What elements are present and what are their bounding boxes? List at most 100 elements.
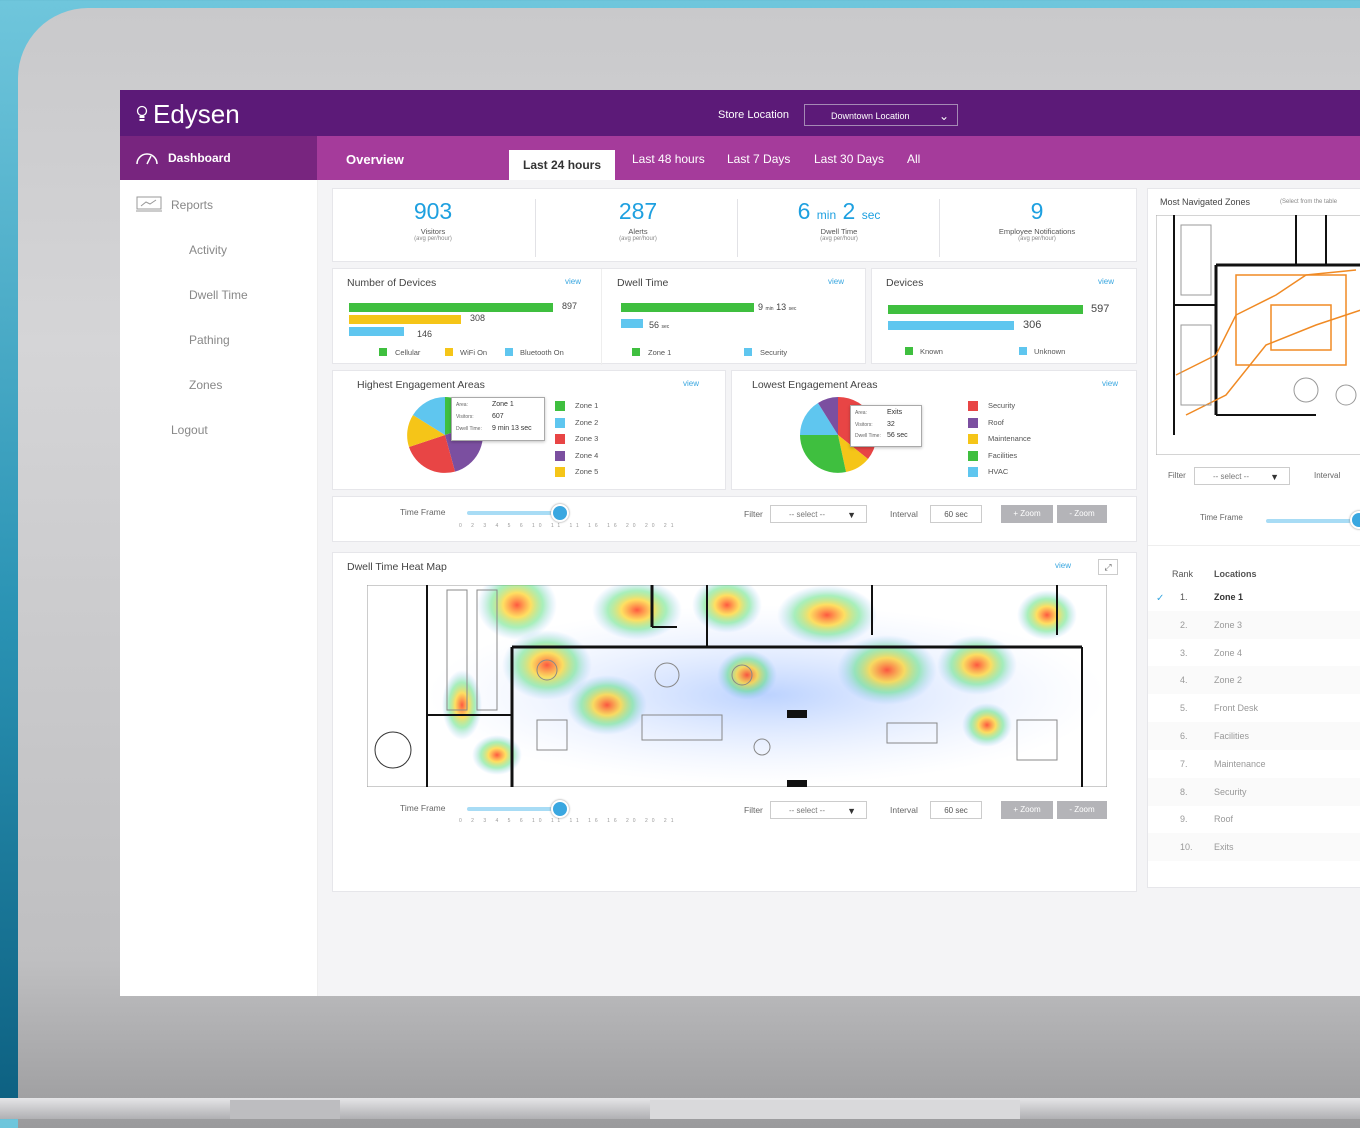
interval-input[interactable]: 60 sec — [930, 505, 982, 523]
laptop-hinge-center — [650, 1100, 1020, 1119]
heat-map-floorplan — [367, 585, 1107, 787]
filter-label: Filter — [1168, 471, 1186, 480]
slider-handle[interactable] — [1350, 511, 1360, 529]
tab-last-7-days[interactable]: Last 7 Days — [727, 152, 790, 166]
rank-number: 5. — [1180, 703, 1188, 714]
tab-last-24-hours[interactable]: Last 24 hours — [509, 150, 616, 180]
sidebar-item-pathing[interactable]: Pathing — [189, 333, 230, 347]
filter-select[interactable]: -- select -- ▼ — [770, 505, 867, 523]
view-link[interactable]: view — [565, 277, 581, 286]
sidebar-item-logout[interactable]: Logout — [171, 423, 208, 437]
view-link[interactable]: view — [1055, 561, 1071, 570]
stat-visitors-value: 903 — [413, 198, 453, 224]
time-frame-slider[interactable] — [467, 511, 559, 515]
main-content: 903 Visitors (avg per/hour) 287 Alerts (… — [318, 180, 1360, 996]
stat-visitors: 903 Visitors (avg per/hour) — [333, 189, 533, 242]
rank-location: Zone 4 — [1214, 647, 1243, 658]
filter-select[interactable]: -- select -- ▼ — [1194, 467, 1290, 485]
nav-dashboard[interactable]: Dashboard — [120, 136, 317, 180]
zoom-out-button[interactable]: - Zoom — [1057, 505, 1107, 523]
table-row[interactable]: 6. Facilities — [1148, 722, 1360, 750]
expand-icon[interactable]: ⤢ — [1098, 559, 1118, 575]
view-link[interactable]: view — [683, 379, 699, 388]
sidebar-item-zones[interactable]: Zones — [189, 378, 222, 392]
tab-all[interactable]: All — [907, 152, 920, 166]
rank-number: 7. — [1180, 758, 1188, 769]
bar-known — [888, 305, 1083, 314]
sidebar-item-reports[interactable]: Reports — [171, 198, 213, 212]
heat-map-card: Dwell Time Heat Map view ⤢ Time Frame 0 … — [332, 552, 1137, 892]
zoom-in-button[interactable]: + Zoom — [1001, 505, 1053, 523]
time-frame-slider[interactable] — [1266, 519, 1360, 523]
time-frame-label: Time Frame — [1200, 513, 1243, 522]
stat-dwell-label: Dwell Time — [820, 227, 858, 236]
tooltip-value: Exits — [887, 409, 903, 416]
tooltip-key: Area: — [855, 410, 867, 416]
bar-bluetooth — [349, 327, 404, 336]
table-row[interactable]: 3. Zone 4 — [1148, 639, 1360, 667]
bar-security-dwell-value: 56 sec — [649, 320, 669, 330]
stat-dwell-sub: (avg per/hour) — [820, 236, 858, 242]
brand-name: Edysen — [153, 99, 240, 129]
table-row[interactable]: 5. Front Desk — [1148, 694, 1360, 722]
table-row[interactable]: 9. Roof — [1148, 805, 1360, 833]
dwell-unit: min — [765, 306, 774, 312]
overview-title: Overview — [346, 152, 404, 167]
sidebar-item-activity[interactable]: Activity — [189, 243, 227, 257]
rank-location: Exits — [1214, 842, 1234, 853]
sidebar-item-dwell-time[interactable]: Dwell Time — [189, 288, 248, 302]
stat-notifications-label: Employee Notifications — [998, 227, 1076, 236]
legend-swatch — [555, 451, 565, 461]
rank-location: Roof — [1214, 814, 1234, 825]
table-row[interactable]: 7. Maintenance — [1148, 750, 1360, 778]
table-row[interactable]: 2. Zone 3 — [1148, 610, 1360, 639]
bar-security-dwell — [621, 319, 643, 328]
zoom-in-button[interactable]: + Zoom — [1001, 801, 1053, 819]
table-row[interactable]: 1. Zone 1 — [1148, 583, 1360, 611]
legend-facilities: Facilities — [988, 451, 1018, 460]
tab-last-48-hours[interactable]: Last 48 hours — [632, 152, 705, 166]
dwell-view-link[interactable]: view — [828, 277, 844, 286]
rank-number: 6. — [1180, 731, 1188, 741]
view-link[interactable]: view — [1098, 277, 1114, 286]
filter-select[interactable]: -- select -- ▼ — [770, 801, 867, 819]
legend-zone3: Zone 3 — [575, 434, 599, 443]
zones-floorplan — [1156, 215, 1360, 455]
legend-swatch — [744, 348, 752, 356]
time-frame-label: Time Frame — [400, 803, 446, 813]
gauge-icon — [136, 153, 158, 165]
tooltip-value: 9 min 13 sec — [492, 425, 532, 432]
rank-header: Rank — [1172, 569, 1194, 579]
time-controls-top: Time Frame 0 2 3 4 5 6 10 11 11 16 16 20… — [332, 496, 1137, 542]
time-frame-slider[interactable] — [467, 807, 559, 811]
table-row[interactable]: 4. Zone 2 — [1148, 666, 1360, 695]
chevron-down-icon: ⌄ — [938, 109, 949, 123]
interval-input[interactable]: 60 sec — [930, 801, 982, 819]
view-link[interactable]: view — [1102, 379, 1118, 388]
slider-handle[interactable] — [551, 800, 569, 818]
pie-slice-facilities — [800, 435, 846, 473]
divider — [1148, 545, 1360, 546]
slider-handle[interactable] — [551, 504, 569, 522]
stat-employee-notifications: 9 Employee Notifications (avg per/hour) — [937, 189, 1137, 242]
rank-location: Zone 2 — [1214, 675, 1243, 686]
legend-swatch — [968, 434, 978, 444]
caret-down-icon: ▼ — [1270, 472, 1279, 482]
legend-maintenance: Maintenance — [988, 434, 1031, 443]
legend-hvac: HVAC — [988, 467, 1009, 476]
zoom-out-button[interactable]: - Zoom — [1057, 801, 1107, 819]
store-location-select[interactable]: Downtown Location ⌄ — [804, 104, 958, 126]
number-of-devices-card: Number of Devices view 897 308 146 Cellu… — [332, 268, 866, 365]
legend-swatch — [445, 348, 453, 356]
table-row[interactable]: 8. Security — [1148, 777, 1360, 806]
interval-label: Interval — [1314, 471, 1341, 480]
bar-zone1-dwell-value: 9 min 13 sec — [758, 302, 796, 312]
highest-engagement-card: Highest Engagement Areas view Area: Zone… — [332, 370, 726, 490]
tab-last-30-days[interactable]: Last 30 Days — [814, 152, 884, 166]
table-row[interactable]: 10. Exits — [1148, 833, 1360, 862]
stat-notifications-sub: (avg per/hour) — [1018, 236, 1056, 242]
stat-dwell-value: 6 min 2 sec — [739, 198, 939, 225]
card-title: Highest Engagement Areas — [357, 379, 485, 391]
card-title: Dwell Time Heat Map — [347, 561, 447, 573]
brand-logo[interactable]: Edysen — [136, 99, 240, 130]
